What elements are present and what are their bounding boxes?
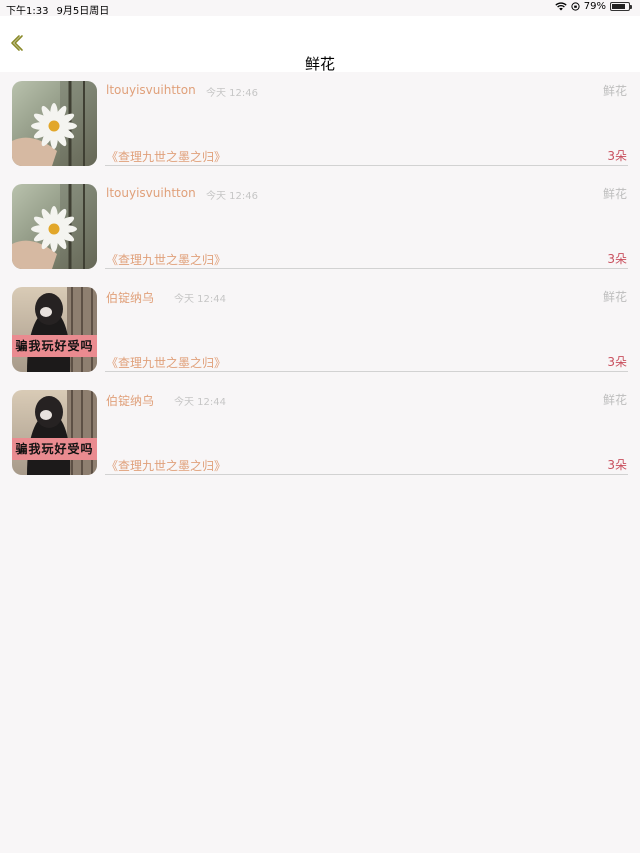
book-title[interactable]: 《查理九世之墨之归》 — [106, 148, 226, 165]
gift-type: 鲜花 — [602, 290, 627, 304]
flower-record-list: ltouyisvuihtton 今天 12:46 鲜花 《查理九世之墨之归》 3… — [0, 72, 640, 484]
status-time: 下午1:33 — [6, 6, 49, 17]
divider — [105, 474, 628, 475]
daisy-photo — [12, 81, 97, 166]
status-date: 9月5日周日 — [56, 6, 110, 17]
avatar[interactable]: 骗我玩好受吗 — [12, 287, 97, 372]
book-title[interactable]: 《查理九世之墨之归》 — [106, 354, 226, 371]
chevron-left-icon — [11, 35, 23, 51]
post-time: 今天 12:44 — [174, 294, 226, 305]
orientation-lock-icon — [571, 2, 580, 11]
avatar[interactable] — [12, 81, 97, 166]
gift-count: 3朵 — [607, 355, 627, 369]
divider — [105, 165, 628, 166]
avatar-caption: 骗我玩好受吗 — [12, 438, 97, 460]
divider — [105, 268, 628, 269]
book-title[interactable]: 《查理九世之墨之归》 — [106, 457, 226, 474]
gift-count: 3朵 — [607, 252, 627, 266]
avatar[interactable]: 骗我玩好受吗 — [12, 390, 97, 475]
gift-type: 鲜花 — [602, 84, 627, 98]
book-title[interactable]: 《查理九世之墨之归》 — [106, 251, 226, 268]
user-name: 伯锭纳乌 — [106, 291, 155, 305]
list-item[interactable]: ltouyisvuihtton 今天 12:46 鲜花 《查理九世之墨之归》 3… — [0, 72, 640, 175]
gift-count: 3朵 — [607, 149, 627, 163]
wifi-icon — [555, 2, 567, 11]
post-time: 今天 12:46 — [206, 88, 258, 99]
back-button[interactable] — [6, 32, 28, 54]
user-name: ltouyisvuihtton — [106, 186, 196, 200]
nav-bar: 鲜花 — [0, 16, 640, 73]
list-item[interactable]: 骗我玩好受吗 伯锭纳乌 今天 12:44 鲜花 《查理九世之墨之归》 3朵 — [0, 381, 640, 484]
post-time: 今天 12:44 — [174, 397, 226, 408]
gift-type: 鲜花 — [602, 393, 627, 407]
daisy-photo — [12, 184, 97, 269]
gift-type: 鲜花 — [602, 187, 627, 201]
avatar-caption: 骗我玩好受吗 — [12, 335, 97, 357]
status-right: 79% — [555, 1, 632, 12]
user-name: ltouyisvuihtton — [106, 83, 196, 97]
list-item[interactable]: ltouyisvuihtton 今天 12:46 鲜花 《查理九世之墨之归》 3… — [0, 175, 640, 278]
status-bar: 下午1:33 9月5日周日 79% — [0, 0, 640, 17]
battery-icon — [610, 2, 632, 11]
battery-fill — [612, 4, 625, 9]
battery-percent: 79% — [583, 1, 606, 12]
girl-photo — [12, 390, 97, 475]
list-item[interactable]: 骗我玩好受吗 伯锭纳乌 今天 12:44 鲜花 《查理九世之墨之归》 3朵 — [0, 278, 640, 381]
post-time: 今天 12:46 — [206, 191, 258, 202]
status-left: 下午1:33 9月5日周日 — [6, 2, 109, 17]
avatar[interactable] — [12, 184, 97, 269]
user-name: 伯锭纳乌 — [106, 394, 155, 408]
girl-photo — [12, 287, 97, 372]
divider — [105, 371, 628, 372]
page-title: 鲜花 — [304, 55, 335, 73]
gift-count: 3朵 — [607, 458, 627, 472]
